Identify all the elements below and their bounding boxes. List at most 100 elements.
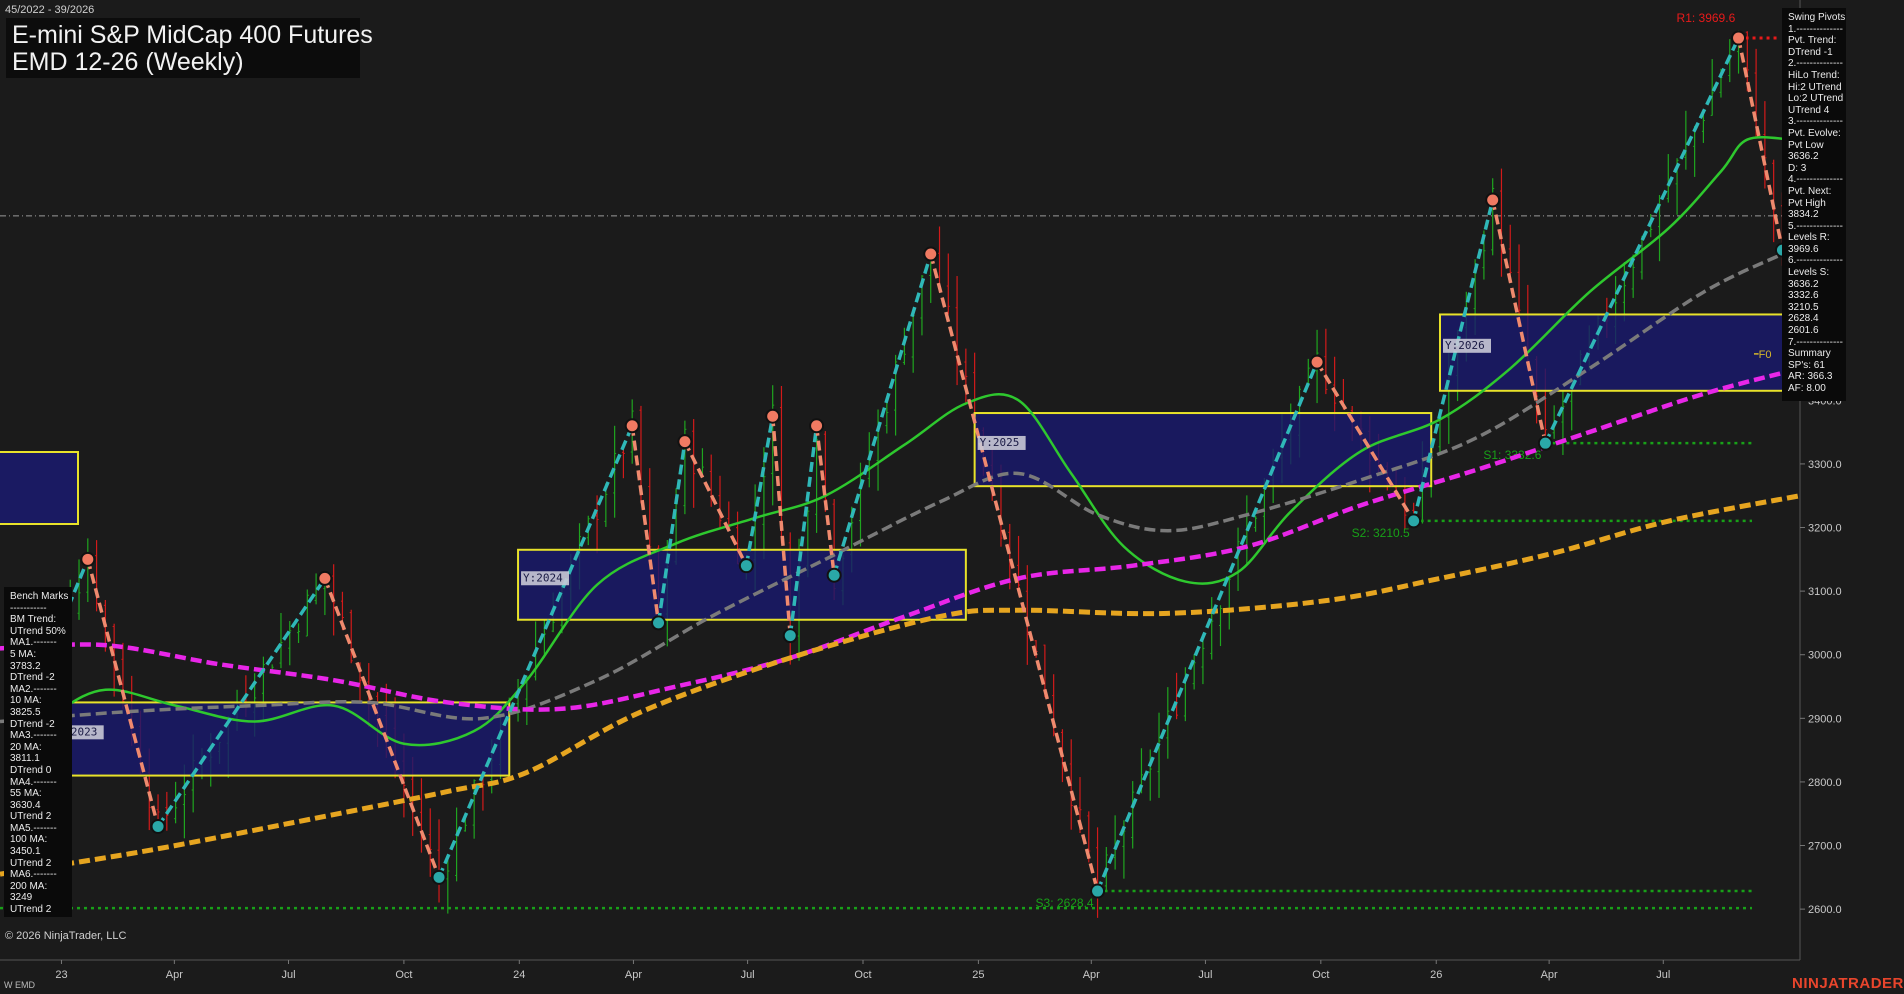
swing-high-marker <box>624 418 640 434</box>
brand-logo: NINJATRADER <box>1792 975 1904 992</box>
x-tick-label: Apr <box>1541 969 1558 981</box>
bench-panel-line: 3811.1 <box>10 753 40 765</box>
yearly-box <box>1439 313 1801 392</box>
swing-low-marker <box>150 818 166 834</box>
price-chart[interactable]: R1: 3969.6S1: 3332.6S2: 3210.5S3: 2628.4… <box>0 0 1904 994</box>
swing-panel-line: 2.-------------- <box>1788 58 1843 70</box>
bench-panel-line: DTrend 0 <box>10 764 52 776</box>
yearly-box-label: Y:2026 <box>1445 339 1485 352</box>
bench-panel-line: DTrend -2 <box>10 718 55 730</box>
x-tick-label: 25 <box>972 969 984 981</box>
swing-panel-line: Levels S: <box>1788 267 1830 279</box>
swing-panel-line: Swing Pivots <box>1788 12 1846 23</box>
bench-panel-line: 200 MA: <box>10 880 48 892</box>
swing-panel-line: Levels R: <box>1788 232 1830 244</box>
swing-high-marker <box>80 551 96 567</box>
bench-panel-line: MA2.------- <box>10 683 57 695</box>
f0-label: F0 <box>1759 349 1772 361</box>
bench-panel-line: UTrend 2 <box>10 857 52 869</box>
swing-high-marker <box>923 246 939 262</box>
x-tick-label: 26 <box>1430 969 1442 981</box>
x-tick-label: Jul <box>281 969 295 981</box>
swing-panel-line: Hi:2 UTrend <box>1788 81 1842 93</box>
yearly-box-label: Y:2024 <box>523 571 563 584</box>
chart-title: E-mini S&P MidCap 400 Futures <box>12 21 373 49</box>
level-label: R1: 3969.6 <box>1677 11 1736 25</box>
copyright-text: © 2026 NinjaTrader, LLC <box>5 930 127 942</box>
bench-panel-line: 5 MA: <box>10 648 37 660</box>
level-label: S2: 3210.5 <box>1352 526 1410 540</box>
swing-panel-line: UTrend 4 <box>1788 104 1830 116</box>
swing-low-marker <box>738 558 754 574</box>
x-tick-label: Jul <box>741 969 755 981</box>
chart-subtitle: EMD 12-26 (Weekly) <box>12 48 244 76</box>
bench-panel-line: MA4.------- <box>10 776 57 788</box>
swing-panel-line: 2628.4 <box>1788 313 1819 325</box>
bench-panel-line: DTrend -2 <box>10 672 55 684</box>
bench-panel-line: 3450.1 <box>10 846 41 858</box>
bench-panel-line: BM Trend: <box>10 614 57 626</box>
y-tick-label: 3000.0 <box>1808 650 1842 662</box>
swing-panel-line: 3210.5 <box>1788 301 1819 313</box>
yearly-box-label: Y:2025 <box>980 436 1020 449</box>
swing-panel-line: 1.-------------- <box>1788 23 1843 35</box>
swing-pivots-panel: Swing Pivots 1.-------------- Pvt. Trend: D… <box>1782 8 1846 401</box>
swing-low-marker <box>431 869 447 885</box>
yearly-box-previous <box>0 451 79 525</box>
bench-panel-line: 55 MA: <box>10 788 42 800</box>
swing-low-marker <box>1090 883 1106 899</box>
bench-panel-line: MA5.------- <box>10 822 57 834</box>
x-tick-label: 24 <box>513 969 525 981</box>
swing-panel-line: 3636.2 <box>1788 151 1819 163</box>
bench-panel-line: UTrend 50% <box>10 625 66 637</box>
swing-high-marker <box>317 570 333 586</box>
bench-panel-line: MA3.------- <box>10 730 57 742</box>
y-tick-label: 2900.0 <box>1808 713 1842 725</box>
chart-background <box>0 0 1904 994</box>
swing-low-marker <box>782 628 798 644</box>
bench-marks-panel: Bench Marks ----------- BM Trend: UTrend 50… <box>4 587 72 917</box>
bench-panel-line: UTrend 2 <box>10 904 52 916</box>
y-tick-label: 2800.0 <box>1808 777 1842 789</box>
swing-panel-line: DTrend -1 <box>1788 46 1833 58</box>
x-tick-label: Jul <box>1198 969 1212 981</box>
swing-panel-line: 3.-------------- <box>1788 116 1843 128</box>
bench-panel-line: 3249 <box>10 892 33 904</box>
swing-panel-line: HiLo Trend: <box>1788 69 1840 81</box>
bench-panel-line: MA6.------- <box>10 869 57 881</box>
bench-panel-line: ----------- <box>10 602 47 614</box>
x-tick-label: Apr <box>625 969 642 981</box>
swing-panel-line: AF: 8.00 <box>1788 383 1826 394</box>
swing-panel-line: AR: 366.3 <box>1788 371 1833 383</box>
y-tick-label: 3200.0 <box>1808 523 1842 535</box>
swing-panel-line: 3834.2 <box>1788 209 1819 221</box>
instrument-label: W EMD <box>4 980 35 990</box>
x-tick-label: Apr <box>166 969 183 981</box>
swing-panel-line: 3636.2 <box>1788 278 1819 290</box>
swing-low-marker <box>1537 435 1553 451</box>
swing-panel-line: 6.-------------- <box>1788 255 1843 267</box>
swing-high-marker <box>1309 354 1325 370</box>
bench-panel-line: 3825.5 <box>10 706 41 718</box>
swing-high-marker <box>809 418 825 434</box>
y-tick-label: 2600.0 <box>1808 904 1842 916</box>
swing-panel-line: SP's: 61 <box>1788 359 1825 371</box>
bench-panel-line: MA1.------- <box>10 637 57 649</box>
x-tick-label: 23 <box>55 969 67 981</box>
bench-panel-line: Bench Marks <box>10 591 69 602</box>
x-tick-label: Oct <box>854 969 871 981</box>
swing-panel-line: 3332.6 <box>1788 290 1819 302</box>
swing-low-marker <box>826 567 842 583</box>
swing-low-marker <box>651 615 667 631</box>
swing-panel-line: Pvt. Trend: <box>1788 35 1837 47</box>
y-tick-label: 3300.0 <box>1808 459 1842 471</box>
swing-panel-line: 5.-------------- <box>1788 220 1843 232</box>
x-tick-label: Oct <box>1312 969 1329 981</box>
swing-high-marker <box>677 434 693 450</box>
bench-panel-line: 3630.4 <box>10 799 41 811</box>
x-tick-label: Oct <box>395 969 412 981</box>
swing-panel-line: D: 3 <box>1788 162 1807 174</box>
x-tick-label: Apr <box>1083 969 1100 981</box>
swing-panel-line: 2601.6 <box>1788 325 1819 337</box>
swing-panel-line: 7.-------------- <box>1788 336 1843 348</box>
